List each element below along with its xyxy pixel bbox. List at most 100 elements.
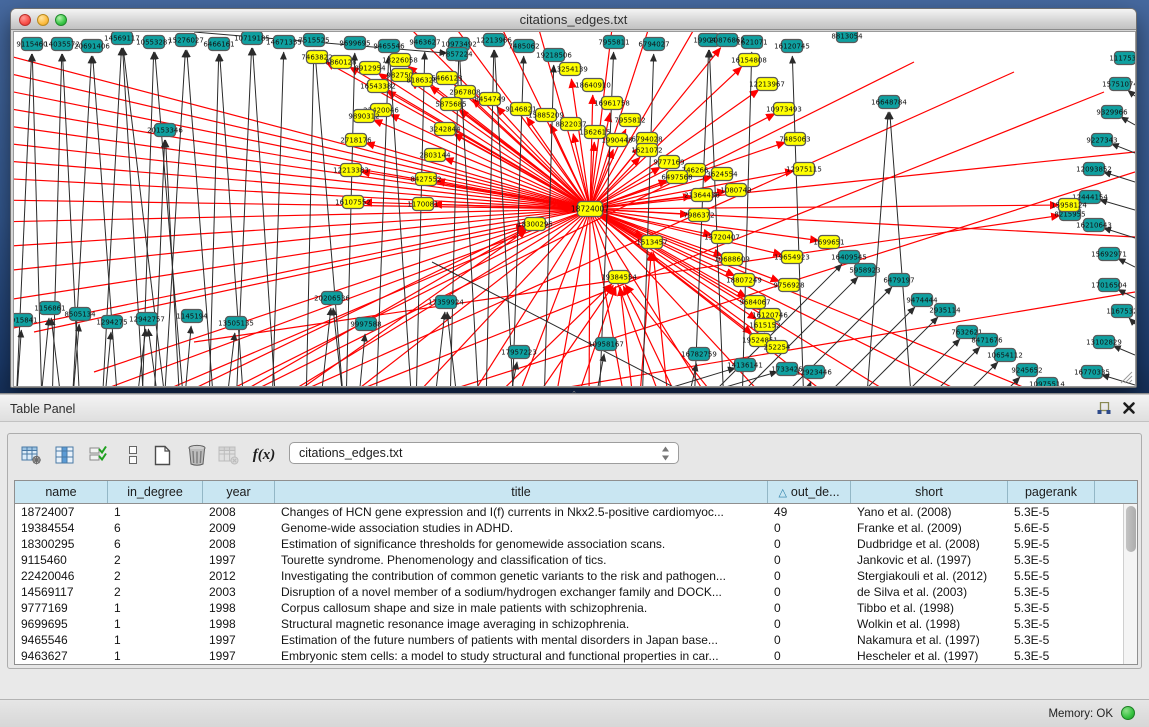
node-label: 6466161	[203, 40, 234, 48]
edge[interactable]	[590, 205, 1059, 209]
delete-column-disabled-icon[interactable]	[215, 441, 241, 469]
table-row[interactable]: 969969511998Structural magnetic resonanc…	[15, 616, 1137, 632]
column-header-name[interactable]: name	[15, 481, 108, 503]
table-cell: Jankovic et al. (1997)	[851, 552, 1008, 568]
edge[interactable]	[1118, 258, 1135, 267]
table-row[interactable]: 977716911998Corpus callosum shape and si…	[15, 600, 1137, 616]
node-label: 18640910	[575, 81, 611, 89]
edge[interactable]	[514, 209, 590, 387]
node-label: 6794027	[638, 40, 669, 48]
node-label: 18300295	[517, 220, 553, 228]
window-titlebar[interactable]: citations_edges.txt	[11, 9, 1136, 30]
column-header-year[interactable]: year	[203, 481, 275, 503]
float-panel-icon[interactable]	[1097, 402, 1111, 415]
column-header-label: in_degree	[127, 485, 183, 499]
table-selector-value: citations_edges.txt	[299, 446, 403, 460]
table-row[interactable]: 1872400712008Changes of HCN gene express…	[15, 504, 1137, 520]
edge[interactable]	[184, 326, 191, 387]
close-window-button[interactable]	[19, 14, 31, 26]
edge[interactable]	[306, 50, 314, 387]
edge[interactable]	[1121, 117, 1135, 125]
column-header-out_de[interactable]: △out_de...	[768, 481, 851, 503]
table-cell: 18300295	[15, 536, 108, 552]
edge[interactable]	[14, 88, 590, 209]
edge[interactable]	[434, 312, 445, 387]
edge[interactable]	[214, 229, 526, 387]
node-label: 7955812	[614, 116, 645, 124]
edge[interactable]	[623, 286, 682, 387]
node-label: 1156861	[34, 304, 65, 312]
edge[interactable]	[123, 48, 144, 387]
edge[interactable]	[1128, 90, 1135, 96]
column-header-pagerank[interactable]: pagerank	[1008, 481, 1095, 503]
node-label: 1167532	[1106, 307, 1136, 315]
edge[interactable]	[1129, 318, 1135, 324]
node-label: 1362615	[579, 128, 610, 136]
edge[interactable]	[866, 112, 888, 387]
table-vertical-scrollbar[interactable]	[1123, 504, 1137, 664]
edge[interactable]	[620, 287, 634, 387]
table-cell: Estimation of the future numbers of pati…	[275, 632, 768, 648]
node-label: 19654923	[774, 253, 810, 261]
edge[interactable]	[590, 209, 1135, 237]
table-cell: Tibbo et al. (1998)	[851, 600, 1008, 616]
table-row[interactable]: 2242004622012Investigating the contribut…	[15, 568, 1137, 584]
edge[interactable]	[1111, 144, 1135, 153]
function-builder-icon[interactable]: f(x)	[251, 441, 277, 469]
edge[interactable]	[590, 209, 626, 387]
show-columns-icon[interactable]	[51, 441, 77, 469]
edge[interactable]	[226, 333, 235, 387]
canvas-resize-grip[interactable]	[1120, 371, 1133, 384]
network-canvas[interactable]: 9115460140355722069140614569117105532871…	[13, 31, 1136, 387]
edge[interactable]	[919, 347, 980, 387]
table-cell: Estimation of significance thresholds fo…	[275, 536, 768, 552]
table-row[interactable]: 1830029562008Estimation of significance …	[15, 536, 1137, 552]
column-header-title[interactable]: title	[275, 481, 768, 503]
node-label: 16154808	[731, 56, 767, 64]
create-table-icon[interactable]	[149, 441, 175, 469]
edge[interactable]	[484, 284, 612, 387]
edge[interactable]	[14, 142, 590, 209]
edge[interactable]	[346, 53, 355, 387]
delete-table-icon[interactable]	[184, 441, 210, 469]
minimize-window-button[interactable]	[37, 14, 49, 26]
table-row[interactable]: 1938455462009Genome-wide association stu…	[15, 520, 1137, 536]
column-header-in_degree[interactable]: in_degree	[108, 481, 203, 503]
close-panel-icon[interactable]	[1122, 401, 1136, 415]
node-label: 17016504	[1091, 281, 1127, 289]
node-label: 13102829	[1086, 338, 1122, 346]
node-label: 12213383	[333, 166, 369, 174]
select-rows-icon[interactable]	[85, 441, 111, 469]
zoom-window-button[interactable]	[55, 14, 67, 26]
column-header-short[interactable]: short	[851, 481, 1008, 503]
node-label: 252254	[764, 343, 791, 351]
table-mode-icon[interactable]	[18, 441, 44, 469]
sort-ascending-icon: △	[778, 486, 786, 499]
edge[interactable]	[209, 54, 219, 387]
table-selector-dropdown[interactable]: citations_edges.txt	[289, 442, 679, 464]
edge[interactable]	[102, 48, 121, 387]
edge[interactable]	[891, 339, 960, 387]
table-cell: 5.6E-5	[1008, 520, 1095, 536]
node-label: 10688609	[714, 255, 750, 263]
edge[interactable]	[253, 48, 276, 387]
edge[interactable]	[1118, 289, 1135, 298]
table-row[interactable]: 1456911722003Disruption of a novel membe…	[15, 584, 1137, 600]
edge[interactable]	[989, 377, 1020, 387]
table-panel: ⌃ Table Panel	[0, 395, 1149, 727]
table-row[interactable]: 946362711997Embryonic stem cells: a mode…	[15, 648, 1137, 664]
scrollbar-thumb[interactable]	[1126, 506, 1136, 552]
table-cell: 5.3E-5	[1008, 584, 1095, 600]
edge[interactable]	[358, 334, 365, 387]
edge[interactable]	[16, 54, 32, 387]
merge-rows-icon[interactable]	[120, 441, 146, 469]
edge[interactable]	[653, 252, 669, 387]
edge[interactable]	[272, 52, 284, 387]
table-cell: 5.3E-5	[1008, 616, 1095, 632]
column-header-label: short	[915, 485, 943, 499]
edge[interactable]	[1113, 346, 1135, 355]
node-label: 6479197	[883, 276, 914, 284]
table-row[interactable]: 946554611997Estimation of the future num…	[15, 632, 1137, 648]
edge[interactable]	[554, 209, 590, 387]
table-row[interactable]: 911546021997Tourette syndrome. Phenomeno…	[15, 552, 1137, 568]
